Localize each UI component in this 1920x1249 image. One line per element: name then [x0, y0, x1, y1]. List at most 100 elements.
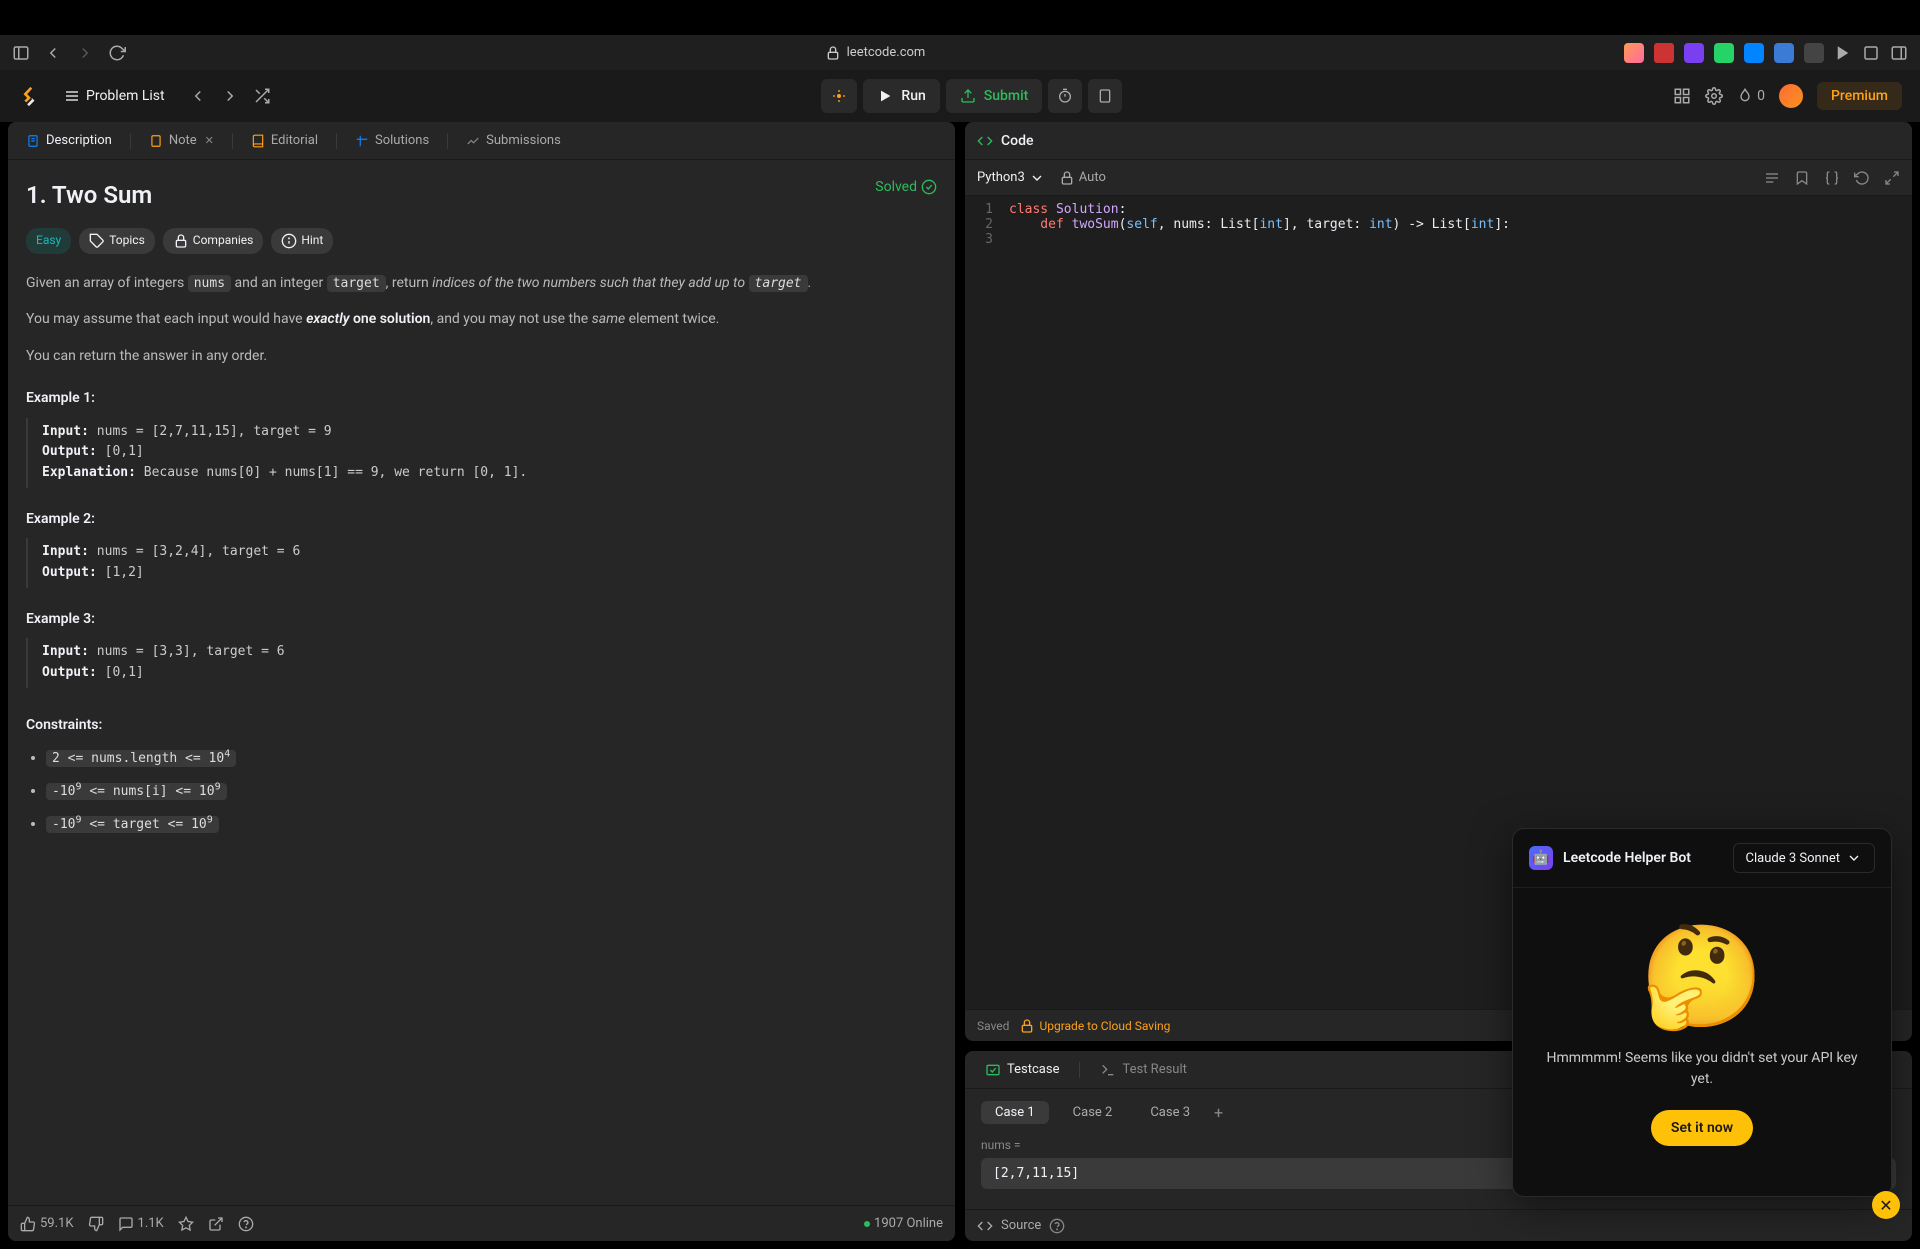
bookmark-icon[interactable] [1794, 170, 1810, 186]
companies-chip[interactable]: Companies [163, 228, 264, 253]
url-bar[interactable]: leetcode.com [140, 45, 1610, 61]
tabs-icon[interactable] [1890, 44, 1908, 62]
example: Example 3: Input: nums = [3,3], target =… [26, 608, 937, 688]
fullscreen-icon[interactable] [1884, 170, 1900, 186]
code-toolbar: Python3 Auto [965, 160, 1912, 196]
tab-editorial-label: Editorial [271, 133, 318, 148]
test-result-label: Test Result [1122, 1062, 1186, 1077]
ai-debug-button[interactable] [821, 79, 857, 113]
format-icon[interactable] [1764, 170, 1780, 186]
ext-icon-6[interactable] [1774, 43, 1794, 63]
reload-icon[interactable] [108, 44, 126, 62]
extension-icons [1624, 43, 1908, 63]
example-block: Input: nums = [3,3], target = 6 Output: … [26, 638, 937, 688]
ext-icon-3[interactable] [1684, 43, 1704, 63]
constraints-title: Constraints: [26, 714, 937, 736]
tab-solutions-label: Solutions [375, 133, 429, 148]
tab-note[interactable]: Note ✕ [139, 127, 224, 154]
run-button[interactable]: Run [863, 79, 939, 113]
dislikes-button[interactable] [88, 1216, 104, 1232]
tab-testcase[interactable]: Testcase [977, 1058, 1067, 1082]
left-panel: Description Note ✕ Editorial Solutions S [8, 122, 955, 1241]
online-count: 1907 Online [874, 1216, 943, 1231]
case-chip[interactable]: Case 3 [1136, 1101, 1204, 1124]
companies-label: Companies [193, 231, 254, 250]
solved-badge: Solved [875, 176, 937, 198]
leetcode-logo-icon[interactable] [18, 85, 40, 107]
case-chip[interactable]: Case 1 [981, 1101, 1049, 1124]
bot-header: 🤖 Leetcode Helper Bot Claude 3 Sonnet [1513, 829, 1891, 888]
problem-list-button[interactable]: Problem List [54, 82, 175, 110]
hint-chip[interactable]: Hint [271, 228, 333, 253]
bot-close-button[interactable]: ✕ [1872, 1191, 1900, 1219]
right-tools: 0 Premium [1673, 82, 1902, 110]
forward-icon[interactable] [76, 44, 94, 62]
avatar[interactable] [1779, 84, 1803, 108]
difficulty-chip[interactable]: Easy [26, 228, 71, 253]
case-chip[interactable]: Case 2 [1059, 1101, 1127, 1124]
tab-test-result[interactable]: Test Result [1092, 1058, 1194, 1082]
prev-problem-icon[interactable] [189, 87, 207, 105]
example-title: Example 2: [26, 508, 937, 530]
sidebar-toggle-icon[interactable] [12, 44, 30, 62]
example-block: Input: nums = [2,7,11,15], target = 9 Ou… [26, 418, 937, 488]
ext-icon-5[interactable] [1744, 43, 1764, 63]
code-icon [977, 1218, 993, 1234]
constraint-item: -109 <= nums[i] <= 109 [46, 779, 937, 802]
ext-icon-1[interactable] [1624, 43, 1644, 63]
layout-icon[interactable] [1673, 87, 1691, 105]
settings-icon[interactable] [1705, 87, 1723, 105]
set-api-key-button[interactable]: Set it now [1651, 1110, 1753, 1146]
help-button[interactable] [238, 1216, 254, 1232]
premium-button[interactable]: Premium [1817, 82, 1902, 110]
help-icon[interactable] [1049, 1218, 1065, 1234]
back-icon[interactable] [44, 44, 62, 62]
saved-label: Saved [977, 1019, 1009, 1033]
submit-button[interactable]: Submit [946, 79, 1043, 113]
lock-icon [1059, 170, 1075, 186]
topics-label: Topics [109, 231, 145, 250]
pip-icon[interactable] [1834, 44, 1852, 62]
streak[interactable]: 0 [1737, 88, 1765, 104]
left-tabs: Description Note ✕ Editorial Solutions S [8, 122, 955, 160]
chevron-down-icon [1029, 170, 1045, 186]
share-button[interactable] [208, 1216, 224, 1232]
comments-count: 1.1K [138, 1216, 164, 1231]
bot-message: Hmmmmm! Seems like you didn't set your A… [1543, 1048, 1861, 1090]
lock-icon [1019, 1018, 1035, 1034]
auto-toggle[interactable]: Auto [1059, 170, 1106, 186]
ext-icon-7[interactable] [1804, 43, 1824, 63]
bot-model-select[interactable]: Claude 3 Sonnet [1733, 843, 1875, 873]
online-dot-icon [864, 1221, 870, 1227]
downloads-icon[interactable] [1862, 44, 1880, 62]
topics-chip[interactable]: Topics [79, 228, 155, 253]
source-label[interactable]: Source [1001, 1218, 1041, 1233]
notes-button[interactable] [1088, 79, 1122, 113]
braces-icon[interactable] [1824, 170, 1840, 186]
bot-body: 🤔 Hmmmmm! Seems like you didn't set your… [1513, 888, 1891, 1196]
streak-count: 0 [1757, 88, 1765, 104]
language-select[interactable]: Python3 [977, 170, 1045, 186]
comments-button[interactable]: 1.1K [118, 1216, 164, 1232]
solved-label: Solved [875, 176, 917, 198]
example: Example 2: Input: nums = [3,2,4], target… [26, 508, 937, 588]
reset-icon[interactable] [1854, 170, 1870, 186]
ext-icon-2[interactable] [1654, 43, 1674, 63]
app-toolbar: Problem List Run Submit 0 Premium [0, 70, 1920, 122]
shuffle-icon[interactable] [253, 87, 271, 105]
tab-submissions[interactable]: Submissions [456, 127, 571, 154]
tab-separator [130, 133, 131, 149]
chip-row: Easy Topics Companies Hint [26, 228, 937, 253]
close-icon[interactable]: ✕ [205, 134, 214, 147]
tab-solutions[interactable]: Solutions [345, 127, 439, 154]
tab-description[interactable]: Description [16, 127, 122, 154]
likes-button[interactable]: 59.1K [20, 1216, 74, 1232]
star-button[interactable] [178, 1216, 194, 1232]
tab-editorial[interactable]: Editorial [241, 127, 328, 154]
ext-icon-4[interactable] [1714, 43, 1734, 63]
add-case-button[interactable]: + [1214, 1103, 1223, 1122]
next-problem-icon[interactable] [221, 87, 239, 105]
code-header-title: Code [1001, 133, 1033, 149]
timer-button[interactable] [1048, 79, 1082, 113]
upgrade-link[interactable]: Upgrade to Cloud Saving [1019, 1018, 1170, 1034]
